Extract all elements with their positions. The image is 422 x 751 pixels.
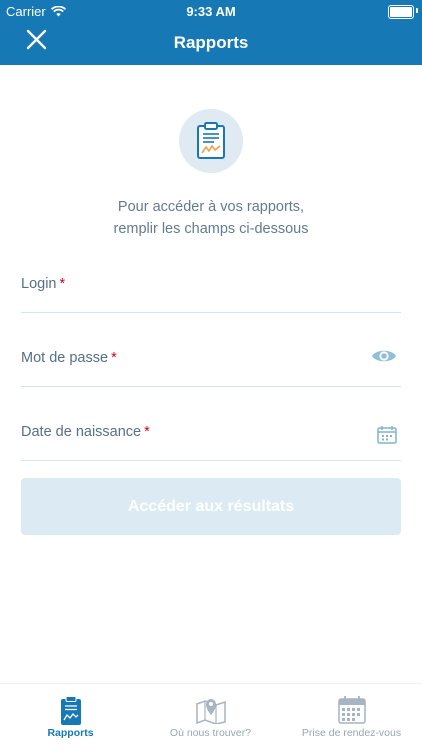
tab-locations[interactable]: Où nous trouver?: [140, 684, 281, 751]
date-picker-button[interactable]: [377, 426, 397, 449]
intro-text: Pour accéder à vos rapports, remplir les…: [0, 196, 422, 240]
tab-bar: Rapports Où nous trouver? Prise de rende…: [0, 683, 422, 751]
status-time: 9:33 AM: [186, 4, 236, 19]
password-field[interactable]: Mot de passe *: [21, 346, 401, 387]
clipboard-chart-icon: [197, 122, 225, 159]
calendar-icon: [337, 696, 366, 724]
tab-label: Où nous trouver?: [169, 727, 252, 739]
battery-tip: [416, 8, 418, 13]
tab-label: Prise de rendez-vous: [301, 727, 402, 739]
report-hero-icon: [179, 109, 243, 173]
access-results-button[interactable]: Accéder aux résultats: [21, 478, 401, 535]
login-field[interactable]: Login *: [21, 272, 401, 313]
login-input[interactable]: [21, 272, 365, 304]
tab-label: Rapports: [47, 727, 94, 739]
report-icon: [60, 696, 81, 725]
eye-icon: [372, 350, 396, 362]
birthdate-field[interactable]: Date de naissance *: [21, 420, 401, 461]
page-title: Rapports: [173, 33, 249, 52]
battery-icon: [388, 5, 414, 19]
intro-line-2: remplir les champs ci-dessous: [113, 221, 309, 237]
password-input[interactable]: [21, 346, 365, 378]
tab-rapports[interactable]: Rapports: [0, 684, 141, 751]
calendar-icon: [377, 426, 397, 444]
map-icon: [195, 699, 226, 724]
intro-line-1: Pour accéder à vos rapports,: [117, 199, 305, 215]
show-password-toggle[interactable]: [371, 347, 397, 370]
tab-appointments[interactable]: Prise de rendez-vous: [281, 684, 422, 751]
status-bar: Carrier 9:33 AM: [0, 0, 422, 22]
nav-header: Carrier 9:33 AM Rapports: [0, 0, 422, 65]
birthdate-input[interactable]: [21, 420, 365, 452]
